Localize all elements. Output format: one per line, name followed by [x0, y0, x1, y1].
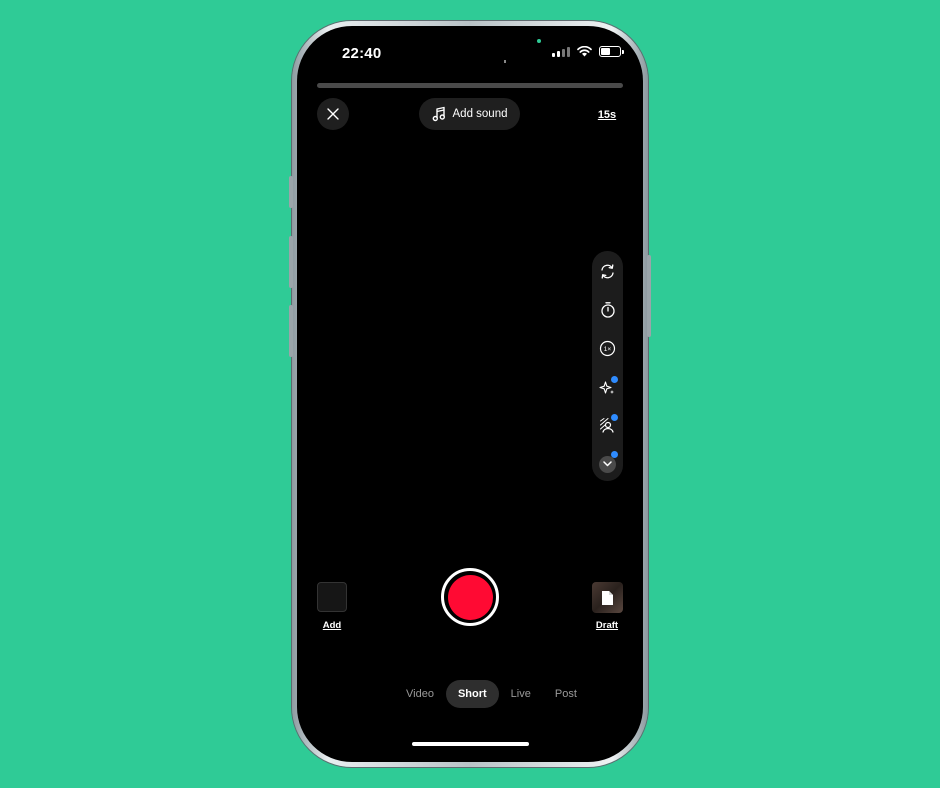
close-button[interactable] — [317, 98, 349, 130]
add-sound-label: Add sound — [452, 108, 508, 120]
speed-button[interactable]: 1× — [592, 334, 623, 362]
green-screen-button[interactable] — [592, 411, 623, 439]
more-tools-new-badge — [611, 451, 618, 458]
speed-icon: 1× — [599, 340, 616, 356]
status-time: 22:40 — [342, 45, 382, 62]
draft-thumbnail[interactable] — [592, 582, 623, 613]
timer-button[interactable] — [592, 295, 623, 323]
effects-new-badge — [611, 376, 618, 383]
record-button-core — [447, 574, 493, 620]
green-screen-new-badge — [611, 414, 618, 421]
svg-text:1×: 1× — [604, 346, 612, 353]
recording-progress-bar — [317, 83, 623, 88]
draft-label[interactable]: Draft — [587, 620, 627, 631]
wifi-icon — [577, 46, 592, 57]
music-note-icon — [432, 106, 445, 122]
effects-button[interactable] — [592, 373, 623, 401]
record-button[interactable] — [441, 568, 499, 626]
power-button — [647, 255, 651, 337]
phone-screen: 22:40 Add sound 15s 1× Add Draft Video S… — [297, 26, 643, 762]
add-media-thumbnail[interactable] — [317, 582, 347, 612]
volume-down-button — [289, 305, 293, 357]
camera-indicator-dot — [537, 39, 541, 43]
add-label[interactable]: Add — [312, 620, 352, 631]
document-icon — [602, 590, 613, 605]
more-tools-circle — [599, 455, 616, 473]
flip-camera-button[interactable] — [592, 257, 623, 285]
camera-tools-panel: 1× — [592, 251, 623, 481]
notch-dot — [504, 60, 506, 63]
cellular-signal-icon — [552, 46, 570, 57]
close-icon — [327, 108, 339, 120]
action-button — [289, 176, 293, 208]
add-sound-button[interactable]: Add sound — [419, 98, 520, 130]
duration-selector[interactable]: 15s — [591, 99, 623, 131]
chevron-down-icon — [603, 461, 612, 467]
status-icons — [552, 46, 624, 57]
tab-short[interactable]: Short — [445, 680, 499, 708]
tab-post[interactable]: Post — [543, 680, 589, 708]
battery-icon — [599, 46, 624, 57]
flip-camera-icon — [601, 263, 614, 279]
tab-live[interactable]: Live — [499, 680, 543, 708]
volume-up-button — [289, 236, 293, 288]
timer-icon — [600, 301, 615, 318]
home-indicator[interactable] — [412, 742, 529, 746]
mode-selector: Video Short Live Post — [394, 678, 584, 710]
more-tools-button[interactable] — [592, 450, 623, 478]
tab-video[interactable]: Video — [394, 680, 446, 708]
